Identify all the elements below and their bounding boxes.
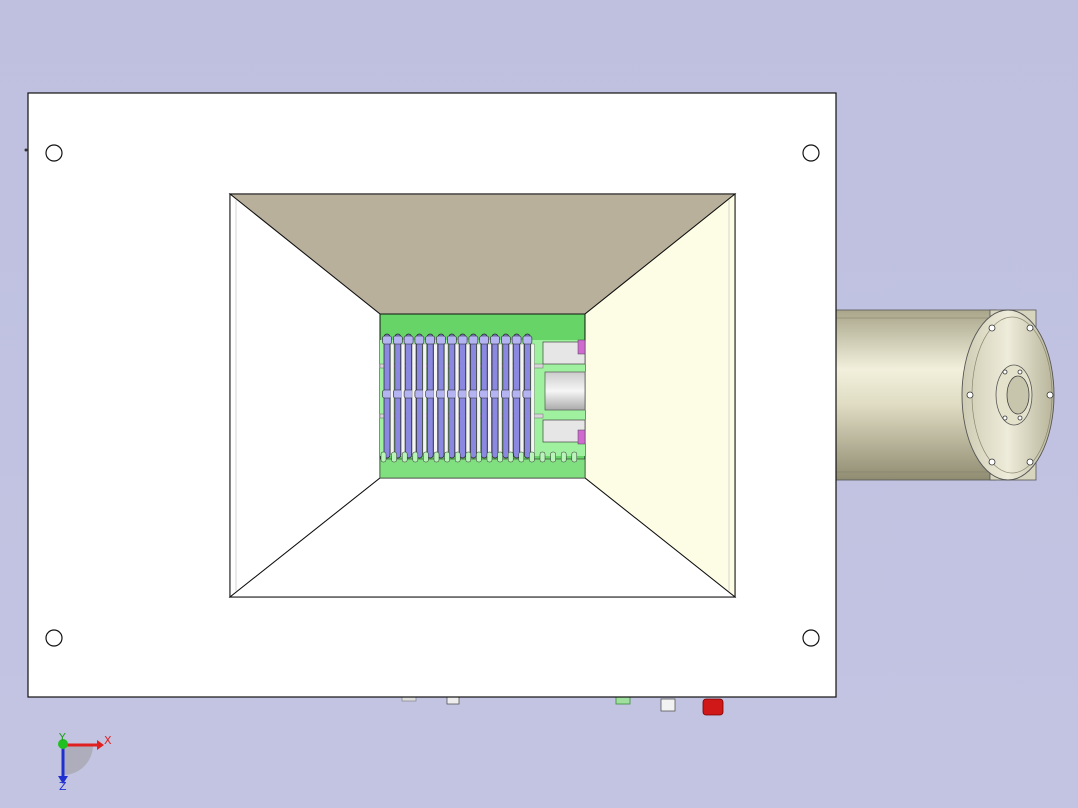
mounting-hole-bottom-left[interactable] — [45, 629, 63, 647]
comb-tooth — [518, 451, 525, 463]
motor-assembly[interactable] — [835, 309, 1055, 481]
comb-tooth — [401, 451, 408, 463]
cad-viewport[interactable]: X Y Z — [0, 0, 1078, 808]
comb-tooth — [412, 451, 419, 463]
cutter-blade — [446, 333, 459, 459]
cutter-blade — [392, 333, 405, 459]
comb-tooth — [465, 451, 472, 463]
cutter-blade — [500, 333, 513, 459]
plate-marker-dot — [24, 148, 28, 152]
fastener-group — [401, 695, 724, 716]
coordinate-triad[interactable]: X Y Z — [58, 731, 112, 793]
comb-tooth — [550, 451, 556, 463]
cutter-blade — [403, 333, 416, 459]
x-axis-label: X — [104, 734, 112, 747]
cutter-blade — [457, 333, 470, 459]
comb-tooth — [423, 451, 429, 463]
comb-tooth — [444, 451, 450, 463]
mounting-hole-top-left[interactable] — [45, 144, 63, 162]
drive-shaft — [544, 371, 586, 411]
cutter-blade — [479, 333, 492, 459]
cutter-blades[interactable] — [382, 333, 535, 459]
comb-tooth — [571, 451, 578, 463]
motor-shaft-end — [1006, 375, 1030, 415]
comb-tooth — [476, 451, 482, 463]
cad-scene[interactable]: X Y Z — [0, 0, 1078, 808]
comb-tooth — [380, 451, 387, 463]
cutter-blade — [490, 333, 503, 459]
cutter-blade — [522, 333, 535, 459]
comb-tooth — [497, 451, 503, 463]
comb-tooth — [391, 451, 397, 463]
cutter-blade — [468, 333, 481, 459]
comb-tooth — [560, 451, 567, 463]
cutter-blade — [425, 333, 438, 459]
mounting-hole-top-right[interactable] — [802, 144, 820, 162]
cutter-blade — [436, 333, 449, 459]
shredding-chamber[interactable] — [379, 313, 586, 479]
comb-tooth — [433, 451, 440, 463]
y-axis-label: Y — [58, 731, 66, 744]
cutter-blade — [382, 333, 395, 459]
z-axis-label: Z — [59, 780, 67, 793]
comb-tooth — [486, 451, 493, 463]
comb-tooth — [507, 451, 514, 463]
comb-tooth — [529, 451, 535, 463]
comb-tooth — [539, 451, 546, 463]
cutter-blade — [414, 333, 427, 459]
comb-tooth — [454, 451, 461, 463]
cutter-blade — [511, 333, 524, 459]
mounting-hole-bottom-right[interactable] — [802, 629, 820, 647]
